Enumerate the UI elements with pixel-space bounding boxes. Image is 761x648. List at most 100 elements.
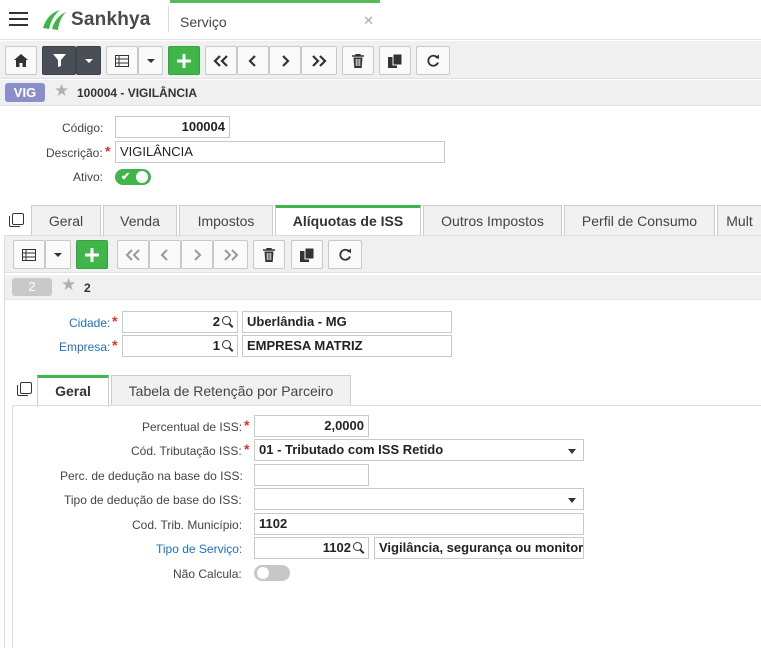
sankhya-logo-icon <box>43 10 66 30</box>
copy-icon[interactable] <box>17 382 32 396</box>
cod-tributacao-value: 01 - Tributado com ISS Retido <box>259 442 444 457</box>
filter-button[interactable] <box>42 46 76 75</box>
empresa-label[interactable]: Empresa: <box>59 340 110 354</box>
search-icon[interactable] <box>353 542 364 553</box>
tipo-deducao-select[interactable] <box>254 488 584 510</box>
descricao-label: Descrição: <box>46 146 103 160</box>
tipo-deducao-label: Tipo de dedução de base do ISS: <box>64 493 242 507</box>
last-record-button[interactable] <box>301 46 337 75</box>
required-marker: * <box>244 441 250 457</box>
cod-tributacao-select[interactable]: 01 - Tributado com ISS Retido <box>254 439 584 461</box>
main-toolbar <box>0 41 761 79</box>
first-record-button[interactable] <box>117 240 149 269</box>
tab-outros-impostos[interactable]: Outros Impostos <box>423 205 562 236</box>
last-icon <box>312 54 327 67</box>
next-record-button[interactable] <box>269 46 301 75</box>
grid-view-dropdown[interactable] <box>138 46 163 75</box>
next-icon <box>282 54 290 67</box>
copy-icon[interactable] <box>9 213 24 227</box>
refresh-button[interactable] <box>416 46 450 75</box>
codigo-field[interactable]: 100004 <box>115 116 230 138</box>
next-record-button[interactable] <box>181 240 213 269</box>
chevron-down-icon <box>568 498 576 503</box>
filter-dropdown-button[interactable] <box>76 46 101 75</box>
sub-record-header: 2 ★ 2 <box>5 275 761 300</box>
cidade-code-field[interactable]: 2 <box>122 311 238 333</box>
descricao-field[interactable]: VIGILÂNCIA <box>115 141 445 163</box>
delete-button[interactable] <box>253 240 285 269</box>
tipo-servico-label[interactable]: Tipo de Serviço: <box>156 542 242 556</box>
grid-view-dropdown[interactable] <box>45 240 71 269</box>
ativo-label: Ativo: <box>73 170 104 184</box>
clone-icon <box>388 53 402 68</box>
search-icon[interactable] <box>222 316 233 327</box>
inner-tab-tabela-retencao[interactable]: Tabela de Retenção por Parceiro <box>111 375 351 406</box>
required-marker: * <box>244 417 250 433</box>
clone-button[interactable] <box>291 240 323 269</box>
previous-record-button[interactable] <box>149 240 181 269</box>
app-tab-servico[interactable]: Serviço ✕ <box>170 0 380 38</box>
first-record-button[interactable] <box>205 46 237 75</box>
top-bar: Sankhya Serviço ✕ <box>0 0 761 40</box>
add-button[interactable] <box>168 46 200 75</box>
star-icon[interactable]: ★ <box>61 275 76 295</box>
first-icon <box>125 248 140 261</box>
search-icon[interactable] <box>222 340 233 351</box>
last-record-button[interactable] <box>213 240 248 269</box>
required-marker: * <box>105 143 111 159</box>
prev-icon <box>160 248 168 261</box>
grid-view-button[interactable] <box>106 46 138 75</box>
record-title: 100004 - VIGILÂNCIA <box>77 86 198 100</box>
brand-logo: Sankhya <box>40 8 151 32</box>
first-icon <box>213 54 228 67</box>
app-tab-label: Serviço <box>180 14 227 30</box>
empresa-code: 1 <box>212 338 220 353</box>
cod-trib-municipio-field[interactable]: 1102 <box>254 513 584 535</box>
tab-impostos[interactable]: Impostos <box>179 205 273 236</box>
refresh-icon <box>339 248 351 261</box>
tipo-servico-code: 1102 <box>322 540 351 555</box>
delete-button[interactable] <box>342 46 374 75</box>
empresa-code-field[interactable]: 1 <box>122 335 238 357</box>
trash-icon <box>263 247 275 262</box>
sub-record-badge: 2 <box>12 278 52 296</box>
tipo-servico-name-field: Vigilância, segurança ou monitoramento <box>374 537 584 559</box>
star-icon[interactable]: ★ <box>54 81 69 101</box>
required-marker: * <box>112 337 118 353</box>
chevron-down-icon <box>568 449 576 454</box>
tipo-servico-code-field[interactable]: 1102 <box>254 537 369 559</box>
cidade-code: 2 <box>212 314 220 329</box>
nao-calcula-toggle[interactable] <box>254 565 290 581</box>
perc-deducao-field[interactable] <box>254 464 369 486</box>
brand-name: Sankhya <box>71 9 151 30</box>
percentual-iss-field[interactable]: 2,0000 <box>254 415 369 437</box>
next-icon <box>194 248 202 261</box>
grid-icon <box>115 54 129 67</box>
close-icon[interactable]: ✕ <box>363 13 374 29</box>
required-marker: * <box>112 313 118 329</box>
record-badge: VIG <box>5 83 45 102</box>
plus-icon <box>177 53 191 68</box>
tab-venda[interactable]: Venda <box>103 205 177 236</box>
inner-tab-geral[interactable]: Geral <box>37 375 109 407</box>
tab-aliquotas-iss[interactable]: Alíquotas de ISS <box>275 205 421 237</box>
menu-icon[interactable] <box>9 12 29 28</box>
trash-icon <box>352 53 364 68</box>
divider <box>168 6 169 32</box>
grid-view-button[interactable] <box>13 240 45 269</box>
inner-tabs: Geral Tabela de Retenção por Parceiro <box>12 375 761 407</box>
tab-mult[interactable]: Mult <box>717 205 761 236</box>
clone-button[interactable] <box>379 46 411 75</box>
cidade-label[interactable]: Cidade: <box>69 316 110 330</box>
prev-icon <box>248 54 256 67</box>
add-button[interactable] <box>76 240 108 269</box>
ativo-toggle[interactable]: ✔ <box>115 169 151 185</box>
record-header: VIG ★ 100004 - VIGILÂNCIA <box>0 80 761 106</box>
tab-geral[interactable]: Geral <box>31 205 101 236</box>
previous-record-button[interactable] <box>237 46 269 75</box>
chevron-down-icon <box>84 58 93 63</box>
toggle-knob <box>136 171 148 183</box>
tab-perfil-consumo[interactable]: Perfil de Consumo <box>564 205 715 236</box>
refresh-button[interactable] <box>328 240 362 269</box>
home-button[interactable] <box>5 46 37 75</box>
